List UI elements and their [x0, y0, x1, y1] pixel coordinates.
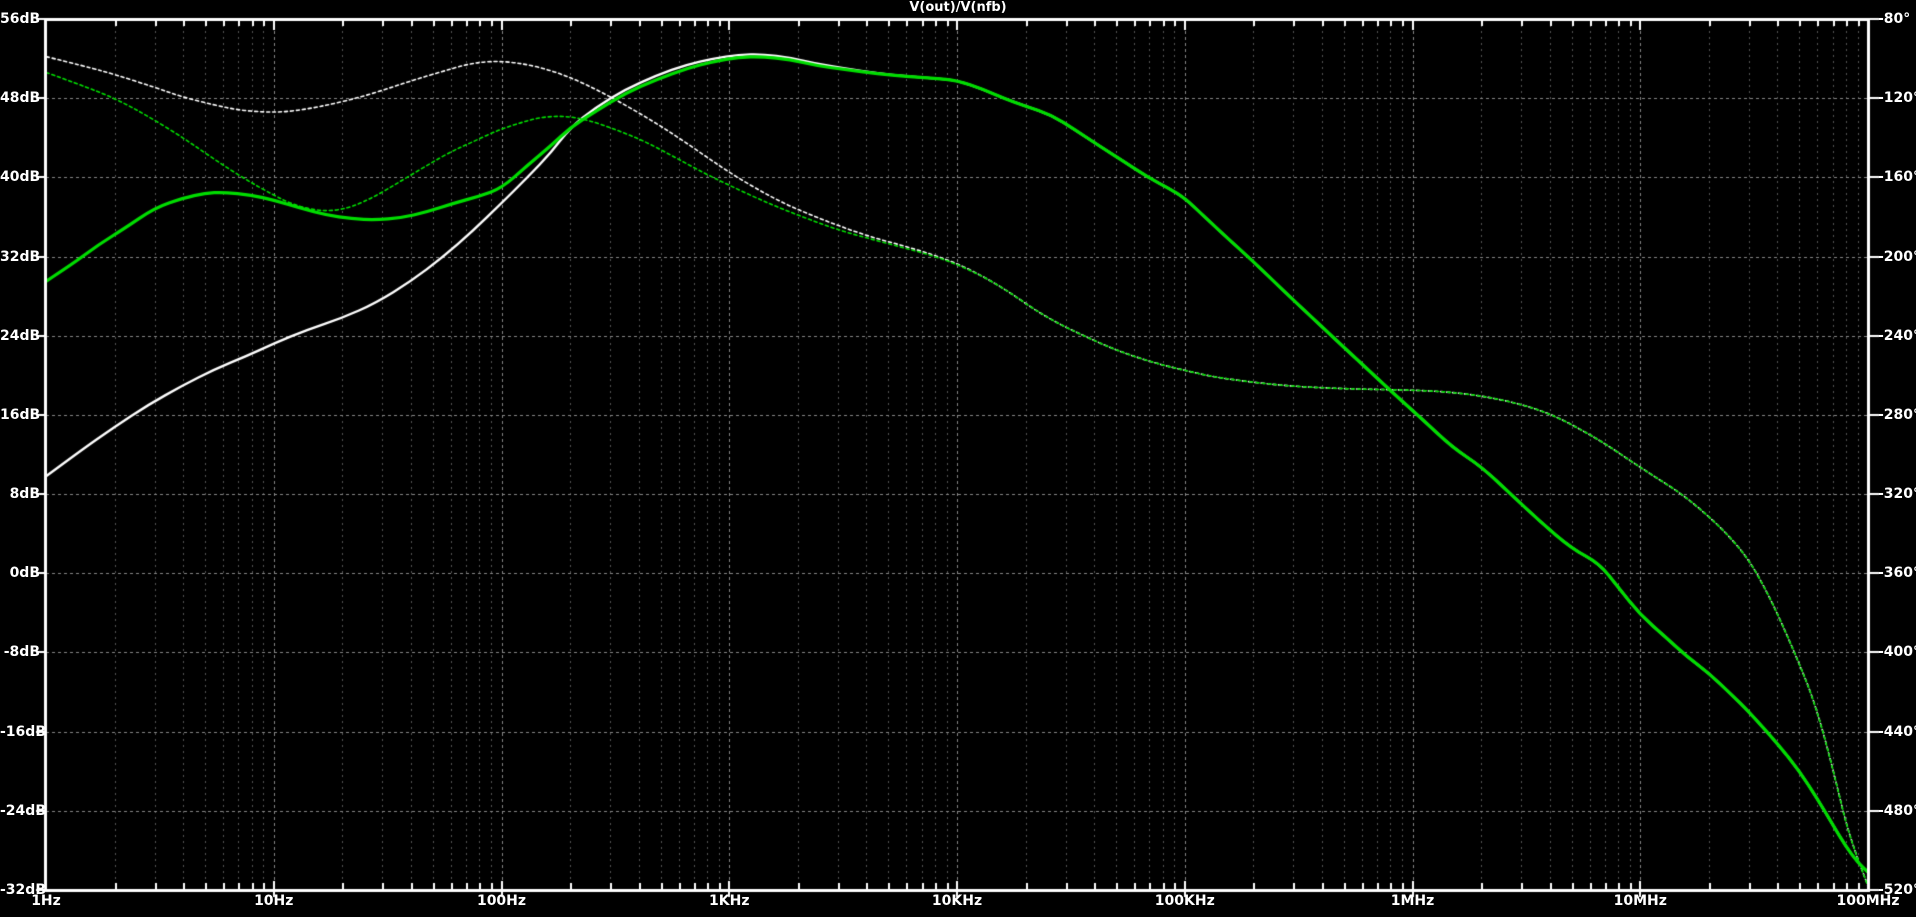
y-right-tick-label: -240° — [1878, 327, 1916, 344]
y-left-tick-label: 56dB — [0, 11, 41, 27]
plot-title: V(out)/V(nfb) — [909, 0, 1007, 15]
y-left-tick-label: 8dB — [9, 486, 40, 503]
y-right-tick-label: -440° — [1878, 723, 1916, 740]
y-left-tick-label: -32dB — [0, 882, 46, 898]
y-right-tick-label: -120° — [1878, 90, 1916, 107]
x-tick-label: 10KHz — [931, 893, 983, 909]
y-left-tick-label: -24dB — [0, 802, 46, 819]
y-left-tick-label: 48dB — [0, 90, 41, 107]
y-left-tick-label: 32dB — [0, 248, 41, 265]
x-tick-label: 10MHz — [1613, 893, 1667, 909]
x-tick-label: 100Hz — [476, 893, 527, 909]
y-left-tick-label: 16dB — [0, 406, 41, 423]
y-left-tick-label: 24dB — [0, 327, 41, 344]
y-left-tick-label: 40dB — [0, 169, 41, 186]
y-right-tick-label: -200° — [1878, 248, 1916, 265]
x-tick-label: 100KHz — [1154, 893, 1215, 909]
y-left-tick-label: -8dB — [3, 644, 40, 661]
y-right-tick-label: -400° — [1878, 644, 1916, 661]
y-right-tick-label: -360° — [1878, 565, 1916, 582]
y-left-tick-label: 0dB — [9, 565, 40, 582]
y-right-tick-label: -520° — [1878, 882, 1916, 898]
y-right-tick-label: -480° — [1878, 802, 1916, 819]
y-right-tick-label: -320° — [1878, 486, 1916, 503]
x-tick-label: 1MHz — [1390, 893, 1435, 909]
x-tick-label: 10Hz — [254, 893, 294, 909]
y-right-tick-label: -160° — [1878, 169, 1916, 186]
y-right-tick-label: -80° — [1878, 11, 1911, 27]
y-right-tick-label: -280° — [1878, 406, 1916, 423]
bode-chart-canvas[interactable] — [0, 0, 1916, 917]
ltspice-plot-pane: V(out)/V(nfb) 1Hz 10Hz 100Hz 1KHz 10KHz 100KH… — [0, 0, 1916, 917]
y-left-tick-label: -16dB — [0, 723, 46, 740]
x-tick-label: 1KHz — [709, 893, 750, 909]
